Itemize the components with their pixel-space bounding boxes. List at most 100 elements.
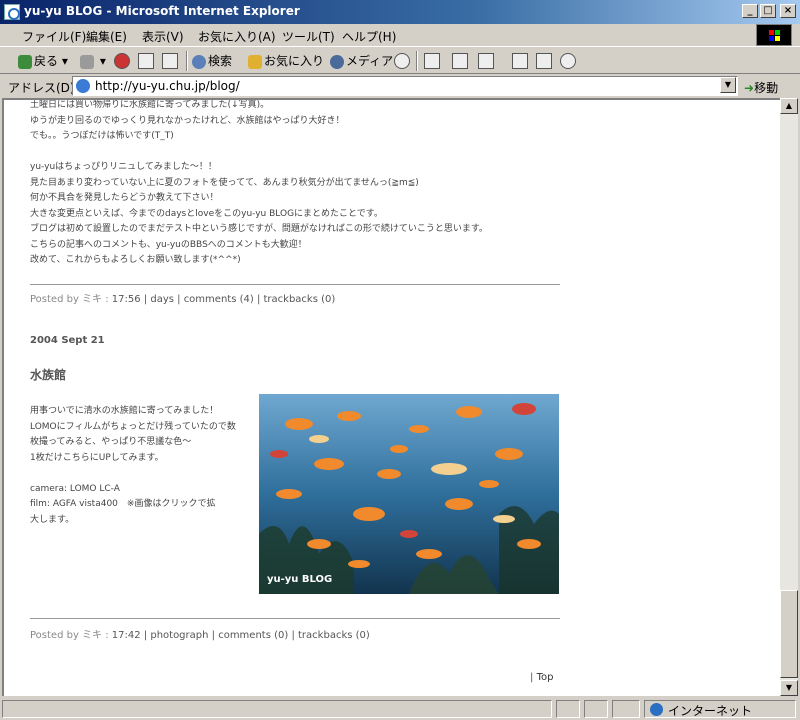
post-line: LOMOにフィルムがちょっとだけ残っていたので数: [30, 421, 236, 432]
research-icon[interactable]: [536, 53, 552, 69]
go-arrow-icon: ➜: [744, 81, 755, 95]
go-button[interactable]: ➜移動: [744, 79, 778, 96]
menu-tools[interactable]: ツール(T): [282, 28, 335, 45]
post-line: camera: LOMO LC-A: [30, 483, 120, 494]
favorites-label: お気に入り: [264, 54, 325, 68]
menu-favorites[interactable]: お気に入り(A): [198, 28, 276, 45]
internet-zone-icon: [650, 703, 663, 716]
minimize-button[interactable]: _: [742, 4, 758, 18]
scroll-thumb[interactable]: [780, 590, 798, 678]
back-arrow-icon: [18, 54, 32, 69]
post-line: こちらの記事へのコメントも、yu-yuのBBSへのコメントも大歓迎！: [30, 239, 307, 250]
close-button[interactable]: ×: [780, 4, 796, 18]
footer-nav: | Top: [530, 672, 570, 683]
post-line: 改めて、これからもよろしくお願い致します(*^^*): [30, 255, 241, 265]
window-title: yu-yu BLOG - Microsoft Internet Explorer: [24, 4, 300, 18]
zone-label: インターネット: [668, 704, 753, 718]
edit-icon[interactable]: [478, 53, 494, 69]
media-button[interactable]: メディア: [330, 51, 393, 71]
windows-logo-icon: [756, 24, 792, 46]
post-line: でも。。うつぼだけは怖いです(T_T): [30, 131, 174, 141]
post-line: 枚撮ってみると、やっぱり不思議な色～: [30, 437, 192, 447]
toolbar: 戻る ▾ ▾ 検索 お気に入り メディア: [0, 46, 800, 74]
go-label: 移動: [754, 81, 779, 95]
post-line: [30, 145, 560, 161]
post-line: 何か不具合を発見したらどうか教えて下さい！: [30, 193, 219, 203]
status-bar: インターネット: [0, 698, 800, 720]
post-meta: Posted by ミキ : 17:56 | days | comments (…: [30, 294, 336, 305]
discuss-icon[interactable]: [512, 53, 528, 69]
print-icon[interactable]: [452, 53, 468, 69]
address-url: http://yu-yu.chu.jp/blog/: [95, 79, 240, 93]
media-label: メディア: [346, 54, 394, 68]
post-line: 用事ついでに清水の水族館に寄ってみました！: [30, 406, 219, 416]
toolbar-separator: [186, 51, 188, 71]
aquarium-photo-image: yu-yu BLOG: [259, 394, 559, 594]
menu-bar: ファイル(F) 編集(E) 表示(V) お気に入り(A) ツール(T) ヘルプ(…: [0, 24, 800, 46]
vertical-scrollbar[interactable]: ▲ ▼: [780, 98, 798, 696]
menu-file[interactable]: ファイル(F): [22, 28, 86, 45]
post-line: 1枚だけこちらにUPしてみます。: [30, 452, 164, 463]
post-line: [30, 466, 250, 482]
entry-date: 2004 Sept 21: [30, 335, 105, 346]
post-meta: Posted by ミキ : 17:42 | photograph | comm…: [30, 630, 370, 641]
post-body: 土曜日には買い物帰りに水族館に寄ってみました(↓写真)。 ゆうが走り回るのでゆっ…: [30, 100, 560, 269]
post-line: 土曜日には買い物帰りに水族館に寄ってみました(↓写真)。: [30, 100, 270, 110]
menu-edit[interactable]: 編集(E): [86, 28, 127, 45]
back-label: 戻る: [34, 54, 59, 68]
trackbacks-link[interactable]: trackbacks (0): [298, 630, 370, 641]
category-link[interactable]: photograph: [150, 630, 208, 641]
scroll-down-button[interactable]: ▼: [780, 680, 798, 696]
history-icon[interactable]: [394, 53, 410, 69]
post-line: 大します。: [30, 514, 75, 525]
trackbacks-link[interactable]: trackbacks (0): [264, 294, 336, 305]
address-dropdown-button[interactable]: ▼: [720, 77, 736, 93]
messenger-icon[interactable]: [560, 53, 576, 69]
mail-icon[interactable]: [424, 53, 440, 69]
address-bar: アドレス(D) http://yu-yu.chu.jp/blog/ ▼ ➜移動: [0, 74, 800, 98]
address-label: アドレス(D): [8, 81, 75, 95]
post-time-link[interactable]: 17:42: [112, 630, 141, 641]
maximize-button[interactable]: □: [760, 4, 776, 18]
comments-link[interactable]: comments (0): [218, 630, 288, 641]
post-line: ブログは初めて設置したのでまだテスト中という感じですが、問題がなければこの形で続…: [30, 224, 488, 234]
search-icon: [192, 54, 206, 69]
category-link[interactable]: days: [150, 294, 174, 305]
post-time-link[interactable]: 17:56: [112, 294, 141, 305]
posted-by: Posted by ミキ :: [30, 630, 109, 641]
favorites-icon: [248, 54, 262, 69]
ie-app-icon: [4, 4, 20, 20]
post-line: yu-yuはちょっぴりリニュしてみました～！！: [30, 162, 217, 172]
post-divider: [30, 618, 560, 619]
comments-link[interactable]: comments (4): [184, 294, 254, 305]
aquarium-photo[interactable]: yu-yu BLOG: [259, 394, 559, 594]
forward-button[interactable]: ▾: [80, 51, 106, 71]
search-button[interactable]: 検索: [192, 51, 232, 71]
page-icon: [76, 79, 90, 93]
status-panel: [612, 700, 640, 718]
post-line: ゆうが走り回るのでゆっくり見れなかったけれど、水族館はやっぱり大好き！: [30, 115, 345, 126]
stop-icon[interactable]: [114, 53, 130, 69]
post-line: film: AGFA vista400 ※画像はクリックで拡: [30, 499, 216, 509]
menu-view[interactable]: 表示(V): [142, 28, 184, 45]
footer-separator: |: [530, 672, 534, 683]
entry-title: 水族館: [30, 368, 67, 382]
forward-arrow-icon: [80, 54, 94, 69]
post-body: 用事ついでに清水の水族館に寄ってみました！ LOMOにフィルムがちょっとだけ残っ…: [30, 404, 250, 528]
scroll-up-button[interactable]: ▲: [780, 98, 798, 114]
post-line: 大きな変更点といえば、今までのdaysとloveをこのyu-yu BLOGにまと…: [30, 208, 383, 219]
home-icon[interactable]: [162, 53, 178, 69]
post-divider: [30, 284, 560, 285]
refresh-icon[interactable]: [138, 53, 154, 69]
status-panel: [584, 700, 608, 718]
post-line: 見た目あまり変わっていない上に夏のフォトを使ってて、あんまり秋気分が出てませんっ…: [30, 177, 419, 188]
address-input[interactable]: http://yu-yu.chu.jp/blog/: [72, 76, 738, 96]
back-button[interactable]: 戻る ▾: [18, 51, 68, 71]
favorites-button[interactable]: お気に入り: [248, 51, 324, 71]
media-icon: [330, 54, 344, 69]
menu-help[interactable]: ヘルプ(H): [342, 28, 396, 45]
toolbar-separator: [416, 51, 418, 71]
photo-watermark: yu-yu BLOG: [267, 574, 332, 585]
top-link[interactable]: Top: [537, 672, 554, 683]
title-bar: yu-yu BLOG - Microsoft Internet Explorer…: [0, 0, 800, 24]
